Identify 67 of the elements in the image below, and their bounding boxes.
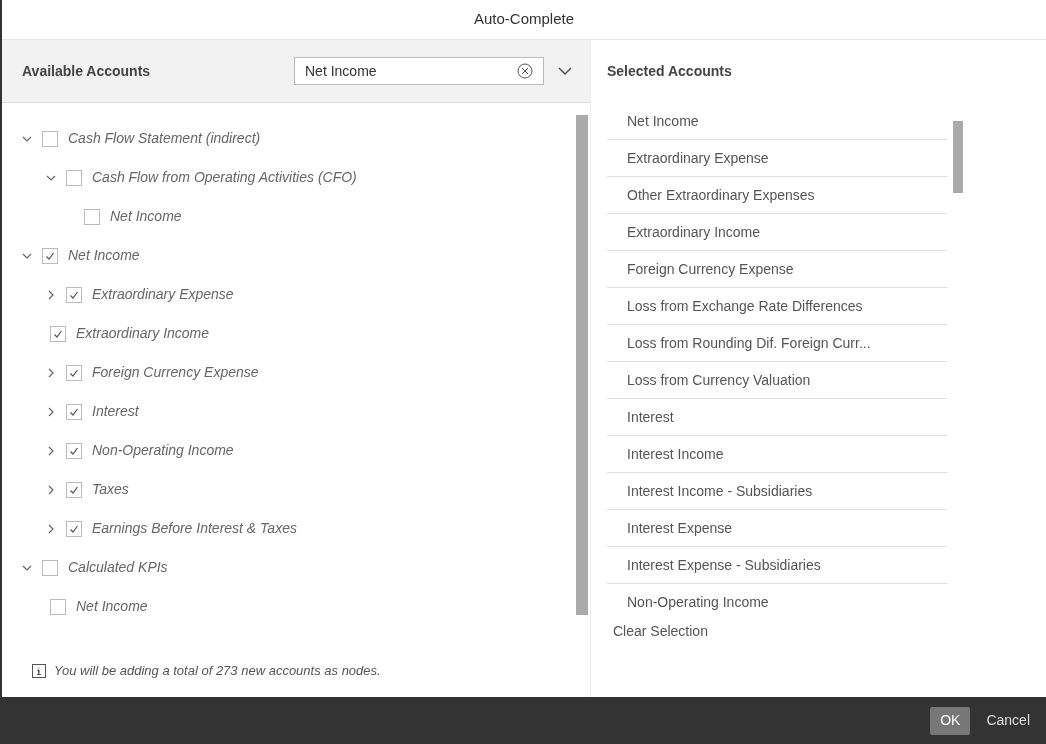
chevron-right-icon[interactable] (46, 367, 56, 378)
info-icon (32, 664, 46, 678)
selected-account-item[interactable]: Net Income (607, 103, 947, 140)
chevron-down-icon[interactable] (558, 66, 572, 76)
cancel-button[interactable]: Cancel (982, 706, 1034, 735)
tree-item-label[interactable]: Net Income (110, 206, 182, 227)
tree-item-label[interactable]: Net Income (76, 596, 148, 617)
scrollbar[interactable] (953, 121, 963, 193)
checkbox[interactable] (66, 169, 82, 186)
tree-item-label[interactable]: Taxes (92, 479, 129, 500)
selected-account-item[interactable]: Extraordinary Expense (607, 140, 947, 177)
checkmark-icon (69, 406, 79, 417)
checkbox[interactable] (66, 520, 82, 537)
ok-button[interactable]: OK (930, 706, 971, 735)
selected-account-item[interactable]: Interest Income - Subsidiaries (607, 473, 947, 510)
selected-account-item[interactable]: Interest Expense (607, 510, 947, 547)
selected-account-item[interactable]: Interest (607, 399, 947, 436)
checkmark-icon (69, 367, 79, 378)
panel-title: Available Accounts (22, 61, 152, 81)
clear-selection-link[interactable]: Clear Selection (607, 621, 708, 642)
selected-account-item[interactable]: Loss from Currency Valuation (607, 362, 947, 399)
checkmark-icon (53, 328, 63, 339)
tree-item-label[interactable]: Net Income (68, 245, 140, 266)
checkbox[interactable] (66, 403, 82, 420)
chevron-right-icon[interactable] (46, 406, 56, 417)
dialog-title: Auto-Complete (473, 9, 575, 30)
checkbox[interactable] (66, 481, 82, 498)
checkmark-icon (69, 484, 79, 495)
info-message: You will be adding a total of 273 new accounts as nodes. (54, 662, 381, 681)
selected-account-item[interactable]: Interest Income (607, 436, 947, 473)
checkbox[interactable] (50, 325, 66, 342)
checkbox[interactable] (42, 130, 58, 147)
scrollbar[interactable] (576, 115, 588, 615)
tree-item-label[interactable]: Earnings Before Interest & Taxes (92, 518, 297, 539)
chevron-right-icon[interactable] (46, 523, 56, 534)
tree-item-label[interactable]: Interest (92, 401, 139, 422)
panel-title: Selected Accounts (607, 62, 732, 81)
tree-item-label[interactable]: Calculated KPIs (68, 557, 168, 578)
chevron-right-icon[interactable] (46, 484, 56, 495)
search-field[interactable]: Net Income (294, 57, 544, 85)
tree-item-label[interactable]: Non-Operating Income (92, 440, 234, 461)
selected-account-item[interactable]: Loss from Rounding Dif. Foreign Curr... (607, 325, 947, 362)
tree-item-label[interactable]: Cash Flow from Operating Activities (CFO) (92, 167, 357, 188)
checkbox[interactable] (42, 559, 58, 576)
tree-item-label[interactable]: Cash Flow Statement (indirect) (68, 128, 261, 149)
checkbox[interactable] (50, 598, 66, 615)
checkbox[interactable] (66, 442, 82, 459)
selected-account-item[interactable]: Other Extraordinary Expenses (607, 177, 947, 214)
tree-item-label[interactable]: Extraordinary Income (76, 323, 210, 344)
checkbox[interactable] (84, 208, 100, 225)
selected-account-item[interactable]: Extraordinary Income (607, 214, 947, 251)
checkmark-icon (69, 445, 79, 456)
selected-account-item[interactable]: Interest Expense - Subsidiaries (607, 547, 947, 584)
checkmark-icon (69, 289, 79, 300)
checkmark-icon (69, 523, 79, 534)
checkbox[interactable] (42, 247, 58, 264)
selected-account-item[interactable]: Non-Operating Income (607, 584, 947, 621)
checkbox[interactable] (66, 364, 82, 381)
tree-item-label[interactable]: Foreign Currency Expense (92, 362, 259, 383)
selected-account-item[interactable]: Foreign Currency Expense (607, 251, 947, 288)
chevron-right-icon[interactable] (46, 445, 56, 456)
checkbox[interactable] (66, 286, 82, 303)
tree-item-label[interactable]: Extraordinary Expense (92, 284, 234, 305)
clear-icon[interactable] (517, 63, 533, 79)
checkmark-icon (45, 250, 55, 261)
chevron-right-icon[interactable] (46, 289, 56, 300)
selected-account-item[interactable]: Loss from Exchange Rate Differences (607, 288, 947, 325)
